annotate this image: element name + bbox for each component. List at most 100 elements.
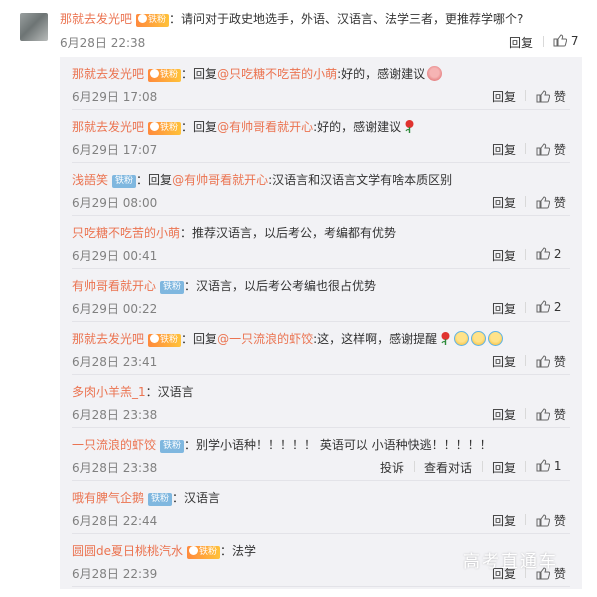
- laugh-emoji-icon: [454, 331, 470, 346]
- like-count: 赞: [553, 196, 566, 210]
- reply-button[interactable]: 回复: [492, 406, 516, 423]
- reply-time: 6月28日 23:41: [72, 355, 158, 369]
- reply-text: 别学小语种！！！！！ 英语可以 小语种快逃！！！！！: [196, 438, 492, 452]
- reply-button[interactable]: 回复: [492, 300, 516, 317]
- vip-badge: 铁粉: [136, 14, 170, 27]
- reply-mention[interactable]: @有帅哥看就开心: [217, 120, 313, 134]
- reply-time: 6月29日 00:22: [72, 302, 158, 316]
- reply-text: 汉语言，以后考公考编也很占优势: [196, 279, 377, 293]
- like-button[interactable]: 2: [536, 300, 561, 314]
- like-button[interactable]: 赞: [536, 406, 566, 423]
- reply-item: 多肉小羊羔_1：汉语言 6月28日 23:38 回复 赞: [60, 375, 582, 428]
- reply-item: 浅語笑 铁粉 ：回复@有帅哥看就开心:汉语言和汉语言文学有啥本质区别 6月29日 08…: [60, 163, 582, 216]
- reply-mention[interactable]: @有帅哥看就开心: [172, 173, 268, 187]
- reply-time: 6月29日 00:41: [72, 249, 158, 263]
- reply-author[interactable]: 那就去发光吧: [72, 332, 144, 346]
- divider: [525, 302, 526, 313]
- reply-line: 多肉小羊羔_1：汉语言: [72, 385, 194, 399]
- reply-line: 一只流浪的虾饺 铁粉 ：别学小语种！！！！！ 英语可以 小语种快逃！！！！！: [72, 438, 492, 453]
- reply-text: :这，这样啊，感谢提醒: [313, 332, 438, 346]
- reply-mention[interactable]: @只吃糖不吃苦的小萌: [217, 67, 337, 81]
- divider: [543, 36, 544, 47]
- view-conversation-button[interactable]: 查看对话: [424, 459, 472, 476]
- thumbs-up-icon: [553, 34, 567, 47]
- pig-emoji-icon: [427, 66, 443, 81]
- reply-button[interactable]: 回复: [492, 141, 516, 158]
- divider: [525, 408, 526, 419]
- reply-time: 6月28日 23:38: [72, 408, 158, 422]
- divider: [72, 586, 570, 587]
- reply-text: :汉语言和汉语言文学有啥本质区别: [268, 173, 453, 187]
- reply-button[interactable]: 回复: [492, 353, 516, 370]
- vip-icon: [138, 14, 148, 23]
- reply-item: 一只流浪的虾饺 铁粉 ：别学小语种！！！！！ 英语可以 小语种快逃！！！！！ 6月28…: [60, 428, 582, 481]
- reply-mention[interactable]: @一只流浪的虾饺: [217, 332, 313, 346]
- vip-badge: 铁粉: [187, 546, 221, 559]
- reply-item: 那就去发光吧 铁粉 ：回复@只吃糖不吃苦的小萌:好的，感谢建议 6月29日 17:08…: [60, 57, 582, 110]
- reply-time: 6月28日 23:38: [72, 461, 158, 475]
- reply-prefix: 回复: [193, 120, 218, 134]
- reply-author[interactable]: 有帅哥看就开心: [72, 279, 156, 293]
- like-count: 赞: [553, 90, 566, 104]
- divider: [525, 249, 526, 260]
- reply-text: 汉语言: [184, 491, 221, 505]
- reply-line: 哦有脾气企鹅 铁粉 ：汉语言: [72, 491, 221, 506]
- reply-author[interactable]: 那就去发光吧: [72, 67, 144, 81]
- like-count: 赞: [553, 355, 566, 369]
- reply-author[interactable]: 那就去发光吧: [72, 120, 144, 134]
- like-button[interactable]: 赞: [536, 353, 566, 370]
- reply-time: 6月29日 17:08: [72, 90, 158, 104]
- laugh-emoji-icon: [471, 331, 487, 346]
- thumbs-up-icon: [536, 90, 550, 103]
- reply-button[interactable]: 回复: [492, 247, 516, 264]
- main-comment: 那就去发光吧 铁粉 ：请问对于政史地选手，外语、汉语言、法学三者，更推荐学哪个? 6…: [0, 0, 597, 58]
- vip-icon: [189, 546, 199, 555]
- divider: [525, 355, 526, 366]
- rose-emoji-icon: [441, 332, 450, 345]
- like-button[interactable]: 赞: [536, 512, 566, 529]
- like-count: 赞: [553, 143, 566, 157]
- vip-icon: [150, 69, 160, 78]
- comment-reply-button[interactable]: 回复: [509, 34, 533, 51]
- like-count: 赞: [553, 408, 566, 422]
- reply-time: 6月29日 17:07: [72, 143, 158, 157]
- reply-author[interactable]: 浅語笑: [72, 173, 108, 187]
- reply-item: 只吃糖不吃苦的小萌：推荐汉语言，以后考公，考编都有优势 6月29日 00:41 回复…: [60, 216, 582, 269]
- like-button[interactable]: 2: [536, 247, 561, 261]
- reply-prefix: 回复: [193, 67, 218, 81]
- comment-like-button[interactable]: 7: [553, 34, 578, 48]
- thumbs-up-icon: [536, 196, 550, 209]
- vip-icon: [150, 334, 160, 343]
- reply-item: 有帅哥看就开心 铁粉 ：汉语言，以后考公考编也很占优势 6月29日 00:22 回复 2: [60, 269, 582, 322]
- replies-panel: 那就去发光吧 铁粉 ：回复@只吃糖不吃苦的小萌:好的，感谢建议 6月29日 17:08…: [60, 57, 582, 589]
- reply-line: 圆圆de夏日桃桃汽水 铁粉 ：法学: [72, 544, 257, 559]
- like-button[interactable]: 赞: [536, 141, 566, 158]
- thumbs-up-icon: [536, 355, 550, 368]
- like-button[interactable]: 赞: [536, 194, 566, 211]
- divider: [525, 461, 526, 472]
- like-button[interactable]: 赞: [536, 88, 566, 105]
- vip-badge: 铁粉: [148, 334, 182, 347]
- reply-author[interactable]: 一只流浪的虾饺: [72, 438, 156, 452]
- divider: [414, 461, 415, 472]
- reply-author[interactable]: 只吃糖不吃苦的小萌: [72, 226, 180, 240]
- vip-badge: 铁粉: [148, 69, 182, 82]
- reply-button[interactable]: 回复: [492, 512, 516, 529]
- comment-author[interactable]: 那就去发光吧: [60, 12, 132, 26]
- report-button[interactable]: 投诉: [380, 459, 404, 476]
- reply-time: 6月28日 22:44: [72, 514, 158, 528]
- fan-badge: 铁粉: [160, 281, 185, 294]
- thumbs-up-icon: [536, 143, 550, 156]
- vip-badge: 铁粉: [148, 122, 182, 135]
- thumbs-up-icon: [536, 300, 550, 313]
- reply-button[interactable]: 回复: [492, 194, 516, 211]
- reply-author[interactable]: 圆圆de夏日桃桃汽水: [72, 544, 183, 558]
- reply-author[interactable]: 哦有脾气企鹅: [72, 491, 144, 505]
- reply-button[interactable]: 回复: [492, 88, 516, 105]
- fan-badge: 铁粉: [148, 493, 173, 506]
- avatar[interactable]: [20, 13, 48, 41]
- reply-author[interactable]: 多肉小羊羔_1: [72, 385, 146, 399]
- like-button[interactable]: 1: [536, 459, 561, 473]
- reply-button[interactable]: 回复: [492, 459, 516, 476]
- reply-item: 那就去发光吧 铁粉 ：回复@有帅哥看就开心:好的，感谢建议 6月29日 17:07 回复…: [60, 110, 582, 163]
